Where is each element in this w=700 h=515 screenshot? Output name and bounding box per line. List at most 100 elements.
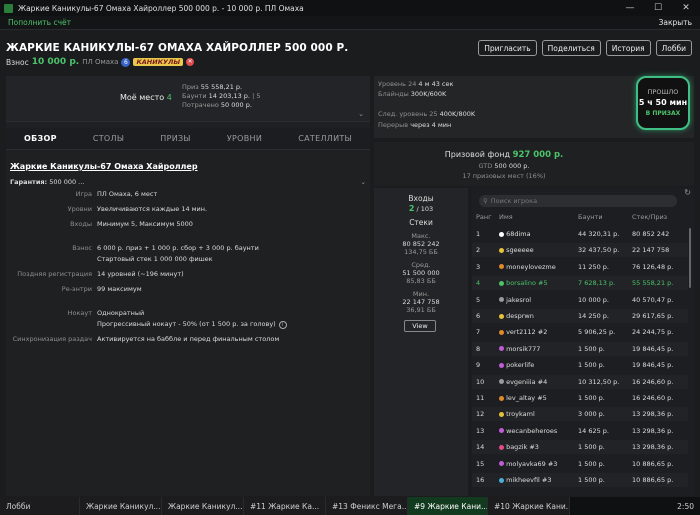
blinds-line: Блайнды 300K/600K — [378, 90, 446, 98]
buyin-line: Взнос 10 000 р. ПЛ Омаха 6 КАНИКУЛЫ ✕ — [6, 57, 195, 67]
my-stats: Приз 55 558,21 р. Баунти 14 203,13 р. | … — [182, 83, 260, 110]
info-label: Уровни — [67, 205, 92, 213]
task-tab[interactable]: #13 Феникс Мега... — [326, 497, 408, 515]
player-row[interactable]: 14 bagzik #3 1 500 р. 13 298,36 р. — [472, 440, 688, 455]
tab-overview[interactable]: ОБЗОР — [24, 134, 57, 143]
avg-label: Сред. — [411, 261, 431, 269]
elapsed-timer: ПРОШЛО 5 ч 50 мин В ПРИЗАХ — [636, 76, 690, 130]
player-row[interactable]: 6 desprwn 14 250 р. 29 617,65 р. — [472, 309, 688, 323]
info-label: Входы — [70, 220, 92, 228]
guarantee-row[interactable]: Гарантия: 500 000 ... ⌄ — [10, 178, 366, 186]
player-name: desprwn — [499, 312, 534, 320]
tab-tables[interactable]: СТОЛЫ — [93, 134, 124, 143]
view-button[interactable]: View — [404, 320, 436, 332]
next-level-num: 25 — [429, 110, 438, 118]
player-name: evgeniiia #4 — [499, 378, 547, 386]
task-tab-active[interactable]: #9 Жаркие Кани... — [408, 497, 488, 515]
player-row[interactable]: 3 moneylovezme 11 250 р. 76 126,48 р. — [472, 260, 688, 274]
help-icon[interactable]: i — [278, 321, 287, 329]
player-name-text: lev_altay #5 — [506, 394, 547, 402]
player-name-text: morsik777 — [506, 344, 541, 353]
col-stack[interactable]: Стек/Приз — [632, 213, 667, 221]
player-row[interactable]: 9 pokerlife 1 500 р. 19 846,45 р. — [472, 358, 688, 372]
player-name-text: 68dima — [506, 230, 531, 238]
info-value: Стартовый стек 1 000 000 фишек — [97, 255, 213, 263]
player-name: moneylovezme — [499, 263, 556, 271]
info-label: Нокаут — [67, 309, 92, 317]
player-stack: 13 298,36 р. — [632, 410, 674, 419]
player-row[interactable]: 1 68dima 44 320,31 р. 80 852 242 — [472, 227, 688, 241]
search-input[interactable]: ⚲ Поиск игрока — [479, 195, 677, 207]
spent-value: 50 000 р. — [220, 101, 252, 109]
col-rank[interactable]: Ранг — [476, 213, 492, 221]
info-value: ПЛ Омаха, 6 мест — [97, 190, 158, 198]
player-bounty: 1 500 р. — [578, 476, 605, 484]
break-line: Перерыв через 4 мин — [378, 121, 451, 129]
player-row[interactable]: 15 molyavka69 #3 1 500 р. 10 886,65 р. — [472, 457, 688, 471]
task-lobby[interactable]: Лобби — [0, 497, 80, 515]
player-row[interactable]: 13 wecanbeheroes 14 625 р. 13 298,36 р. — [472, 424, 688, 438]
player-rank: 13 — [476, 426, 485, 435]
player-bounty: 1 500 р. — [578, 459, 605, 468]
player-row[interactable]: 11 lev_altay #5 1 500 р. 16 246,60 р. — [472, 391, 688, 405]
player-stack: 29 617,65 р. — [632, 312, 674, 320]
clock: 2:50 — [677, 501, 694, 511]
tab-satellites[interactable]: САТЕЛЛИТЫ — [298, 134, 352, 143]
lobby-button[interactable]: Лобби — [655, 40, 692, 56]
history-button[interactable]: История — [605, 40, 651, 56]
player-rank: 12 — [476, 410, 485, 419]
task-tab[interactable]: Жаркие Каникул... — [80, 497, 162, 515]
min-bb: 36,91 ББ — [406, 306, 436, 314]
tab-prizes[interactable]: ПРИЗЫ — [160, 134, 191, 143]
refresh-icon[interactable]: ↻ — [684, 188, 691, 197]
maximize-icon[interactable]: ☐ — [644, 3, 672, 13]
player-rank: 1 — [476, 230, 481, 238]
col-bounty[interactable]: Баунти — [578, 213, 603, 221]
level-time: 4 м 43 сек — [418, 80, 454, 88]
blinds-label: Блайнды — [378, 90, 409, 98]
player-row[interactable]: 4 borsalino #5 7 628,13 р. 55 558,21 р. — [472, 276, 688, 291]
share-button[interactable]: Поделиться — [541, 40, 601, 56]
close-icon[interactable]: ✕ — [672, 3, 700, 13]
my-place: Моё место 4 — [120, 93, 172, 102]
bounty-label: Баунти — [182, 92, 207, 100]
player-row[interactable]: 5 jakesrol 10 000 р. 40 570,47 р. — [472, 293, 688, 307]
player-name: sgeeeee — [499, 246, 534, 254]
player-row[interactable]: 12 troykaml 3 000 р. 13 298,36 р. — [472, 407, 688, 422]
min-value: 22 147 758 — [402, 298, 440, 306]
task-tab[interactable]: #11 Жаркие Ка... — [244, 497, 326, 515]
player-row[interactable]: 8 morsik777 1 500 р. 19 846,45 р. — [472, 341, 688, 356]
player-name-text: molyavka69 #3 — [506, 459, 558, 468]
player-bounty: 1 500 р. — [578, 394, 605, 402]
player-row[interactable]: 16 mikheevfil #3 1 500 р. 10 886,65 р. — [472, 473, 688, 487]
player-stack: 16 246,60 р. — [632, 377, 674, 386]
close-link[interactable]: Закрыть — [659, 18, 692, 27]
chevron-down-icon[interactable]: ⌄ — [358, 110, 364, 118]
info-value: 6 000 р. приз + 1 000 р. сбор + 3 000 р.… — [97, 244, 259, 252]
guarantee-value: 500 000 ... — [49, 178, 85, 186]
player-bounty: 32 437,50 р. — [578, 246, 620, 255]
player-stack: 19 846,45 р. — [632, 361, 674, 370]
minimize-icon[interactable]: — — [616, 3, 644, 13]
chevron-down-icon[interactable]: ⌄ — [361, 178, 366, 186]
task-tab[interactable]: #10 Жаркие Кани... — [488, 497, 570, 515]
info-value: Активируется на баббле и перед финальным… — [97, 335, 280, 343]
overview-title: Жаркие Каникулы-67 Омаха Хайроллер — [10, 162, 198, 171]
info-value: Однократный — [97, 309, 145, 317]
player-status-icon — [499, 444, 504, 450]
player-row[interactable]: 10 evgeniiia #4 10 312,50 р. 16 246,60 р. — [472, 374, 688, 389]
level-label: Уровень — [378, 80, 406, 88]
col-name[interactable]: Имя — [499, 213, 513, 221]
player-name-text: evgeniiia #4 — [506, 377, 548, 386]
tab-levels[interactable]: УРОВНИ — [227, 134, 262, 143]
player-name-text: sgeeeee — [506, 246, 534, 255]
player-row[interactable]: 7 vert2112 #2 5 906,25 р. 24 244,75 р. — [472, 325, 688, 339]
my-place-num: 4 — [166, 93, 172, 102]
invite-button[interactable]: Пригласить — [478, 40, 537, 56]
player-row[interactable]: 2 sgeeeee 32 437,50 р. 22 147 758 — [472, 243, 688, 258]
topup-link[interactable]: Пополнить счёт — [8, 18, 71, 27]
player-status-icon — [499, 461, 504, 467]
task-tab[interactable]: Жаркие Каникул... — [162, 497, 244, 515]
prize-places: 17 призовых мест (16%) — [462, 172, 546, 180]
players-scrollbar[interactable] — [689, 228, 691, 288]
